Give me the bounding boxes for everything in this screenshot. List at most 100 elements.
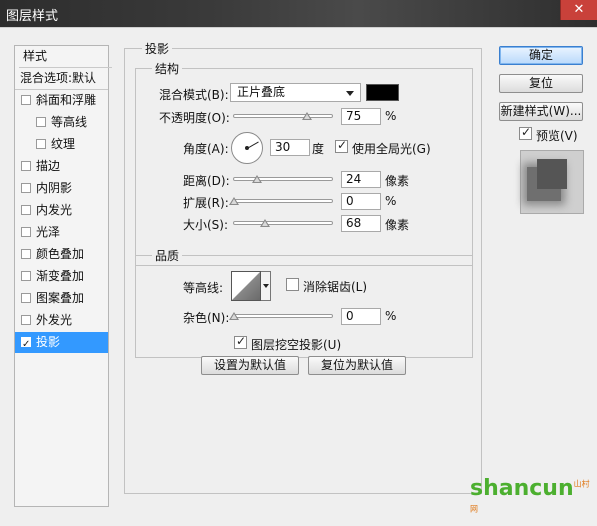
- global-light-label: 使用全局光(G): [352, 142, 431, 156]
- window-title: 图层样式: [6, 9, 59, 24]
- watermark-text: shancun: [470, 476, 574, 501]
- gradient-overlay-checkbox[interactable]: [21, 271, 31, 281]
- knockout-label: 图层挖空投影(U): [251, 338, 342, 352]
- style-item-bevel-emboss[interactable]: 斜面和浮雕: [15, 90, 108, 111]
- opacity-label: 不透明度(O):: [159, 111, 230, 125]
- spread-unit: %: [385, 194, 397, 208]
- contour-label: 等高线: [51, 115, 88, 129]
- spread-slider-track[interactable]: [233, 199, 333, 203]
- noise-label: 杂色(N):: [183, 311, 230, 325]
- noise-slider-track[interactable]: [233, 314, 333, 318]
- preview-label: 预览(V): [536, 129, 578, 143]
- color-overlay-label: 颜色叠加: [36, 247, 85, 261]
- contour-picker[interactable]: [231, 271, 261, 301]
- distance-slider-track[interactable]: [233, 177, 333, 181]
- drop-shadow-title: 投影: [142, 40, 173, 57]
- outer-glow-checkbox[interactable]: [21, 315, 31, 325]
- outer-glow-label: 外发光: [36, 313, 73, 327]
- distance-slider-thumb[interactable]: [252, 175, 262, 183]
- drop-shadow-label: 投影: [36, 335, 61, 349]
- style-item-outer-glow[interactable]: 外发光: [15, 310, 108, 331]
- reset-default-button[interactable]: 复位为默认值: [308, 356, 406, 375]
- ok-button[interactable]: 确定: [499, 46, 583, 65]
- bevel-emboss-checkbox[interactable]: [21, 95, 31, 105]
- size-input[interactable]: 68: [341, 215, 381, 232]
- angle-unit: 度: [312, 142, 325, 156]
- style-item-color-overlay[interactable]: 颜色叠加: [15, 244, 108, 265]
- close-icon: ✕: [573, 2, 585, 17]
- angle-dial[interactable]: [231, 132, 263, 164]
- close-button[interactable]: ✕: [560, 0, 597, 20]
- quality-title: 品质: [152, 247, 183, 264]
- blend-mode-value: 正片叠底: [237, 85, 286, 99]
- chevron-down-icon: [346, 91, 354, 96]
- anti-aliased-label: 消除锯齿(L): [303, 280, 368, 294]
- global-light-checkbox[interactable]: [335, 138, 348, 153]
- style-item-pattern-overlay[interactable]: 图案叠加: [15, 288, 108, 309]
- stroke-checkbox[interactable]: [21, 161, 31, 171]
- contour-checkbox[interactable]: [36, 117, 46, 127]
- satin-checkbox[interactable]: [21, 227, 31, 237]
- opacity-slider-thumb[interactable]: [302, 112, 312, 120]
- stroke-label: 描边: [36, 159, 61, 173]
- inner-shadow-label: 内阴影: [36, 181, 73, 195]
- style-list-header[interactable]: 样式: [19, 46, 112, 68]
- size-label: 大小(S):: [183, 218, 229, 232]
- noise-unit: %: [385, 309, 397, 323]
- angle-label: 角度(A):: [183, 142, 229, 156]
- satin-label: 光泽: [36, 225, 61, 239]
- bevel-emboss-label: 斜面和浮雕: [36, 93, 97, 107]
- inner-glow-checkbox[interactable]: [21, 205, 31, 215]
- style-item-stroke[interactable]: 描边: [15, 156, 108, 177]
- style-item-blend-options[interactable]: 混合选项:默认: [15, 68, 108, 90]
- style-list-header-label: 样式: [23, 49, 48, 63]
- blend-mode-label: 混合模式(B):: [159, 88, 229, 102]
- structure-title: 结构: [152, 60, 183, 77]
- shadow-color-swatch[interactable]: [366, 84, 399, 101]
- preview-checkbox[interactable]: [519, 125, 532, 140]
- style-preview-thumbnail: [520, 150, 584, 214]
- dialog-body: 样式 混合选项:默认 斜面和浮雕 等高线 纹理 描边 内阴影 内发光 光泽 颜色…: [0, 27, 597, 514]
- blend-options-label: 混合选项:默认: [20, 71, 97, 85]
- opacity-input[interactable]: 75: [341, 108, 381, 125]
- size-slider-track[interactable]: [233, 221, 333, 225]
- spread-label: 扩展(R):: [183, 196, 229, 210]
- style-item-gradient-overlay[interactable]: 渐变叠加: [15, 266, 108, 287]
- size-slider-thumb[interactable]: [260, 219, 270, 227]
- angle-center-dot: [245, 146, 249, 150]
- style-item-satin[interactable]: 光泽: [15, 222, 108, 243]
- inner-glow-label: 内发光: [36, 203, 73, 217]
- spread-slider-thumb[interactable]: [229, 197, 239, 205]
- contour-dropdown-icon[interactable]: [261, 271, 271, 301]
- make-default-button[interactable]: 设置为默认值: [201, 356, 299, 375]
- title-bar: 图层样式 ✕: [0, 0, 597, 27]
- anti-aliased-checkbox[interactable]: [286, 278, 299, 291]
- distance-input[interactable]: 24: [341, 171, 381, 188]
- preview-square: [537, 159, 567, 189]
- pattern-overlay-checkbox[interactable]: [21, 293, 31, 303]
- opacity-slider-track[interactable]: [233, 114, 333, 118]
- new-style-button[interactable]: 新建样式(W)...: [499, 102, 583, 121]
- style-item-texture[interactable]: 纹理: [15, 134, 108, 155]
- size-unit: 像素: [385, 218, 410, 232]
- contour-label: 等高线:: [183, 281, 224, 295]
- noise-slider-thumb[interactable]: [229, 312, 239, 320]
- drop-shadow-checkbox[interactable]: [21, 334, 31, 353]
- knockout-checkbox[interactable]: [234, 334, 247, 349]
- style-item-inner-shadow[interactable]: 内阴影: [15, 178, 108, 199]
- blend-mode-select[interactable]: 正片叠底: [230, 83, 361, 102]
- style-item-inner-glow[interactable]: 内发光: [15, 200, 108, 221]
- texture-checkbox[interactable]: [36, 139, 46, 149]
- angle-input[interactable]: 30: [270, 139, 310, 156]
- spread-input[interactable]: 0: [341, 193, 381, 210]
- style-list: 样式 混合选项:默认 斜面和浮雕 等高线 纹理 描边 内阴影 内发光 光泽 颜色…: [14, 45, 112, 507]
- noise-input[interactable]: 0: [341, 308, 381, 325]
- style-item-contour[interactable]: 等高线: [15, 112, 108, 133]
- color-overlay-checkbox[interactable]: [21, 249, 31, 259]
- inner-shadow-checkbox[interactable]: [21, 183, 31, 193]
- style-item-drop-shadow[interactable]: 投影: [15, 332, 108, 353]
- distance-label: 距离(D):: [183, 174, 230, 188]
- reset-button[interactable]: 复位: [499, 74, 583, 93]
- watermark-logo: shancun山村网: [470, 476, 597, 526]
- distance-unit: 像素: [385, 174, 410, 188]
